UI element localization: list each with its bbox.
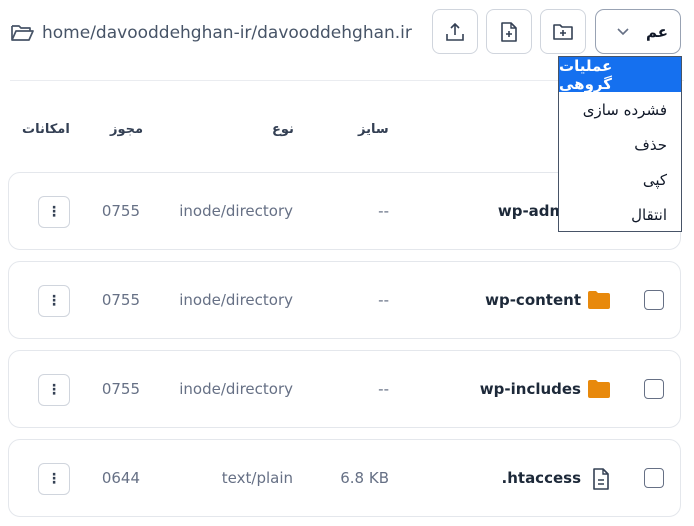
- new-folder-button[interactable]: [540, 9, 586, 54]
- row-permission: 0755: [101, 291, 140, 309]
- row-menu-button[interactable]: ⋮: [38, 196, 70, 228]
- chevron-down-icon: [617, 27, 629, 35]
- row-size: --: [378, 380, 389, 398]
- row-menu-button[interactable]: ⋮: [38, 463, 70, 495]
- row-permission: 0644: [101, 469, 140, 487]
- menu-item-compress[interactable]: فشرده سازی: [559, 92, 681, 127]
- table-row[interactable]: ⋮ 0755 inode/directory -- wp-includes: [8, 350, 681, 428]
- menu-item-move[interactable]: انتقال: [559, 197, 681, 232]
- header-type: نوع: [272, 122, 294, 137]
- row-size: --: [378, 202, 389, 220]
- row-name[interactable]: wp-content: [485, 291, 581, 309]
- new-file-button[interactable]: [486, 9, 532, 54]
- table-row[interactable]: ⋮ 0755 inode/directory -- wp-content: [8, 261, 681, 339]
- row-menu-button[interactable]: ⋮: [38, 374, 70, 406]
- row-size: 6.8 KB: [340, 469, 389, 487]
- upload-icon: [446, 22, 464, 41]
- row-checkbox[interactable]: [644, 379, 664, 399]
- file-icon: [593, 468, 609, 490]
- row-name[interactable]: .htaccess: [502, 469, 581, 487]
- row-permission: 0755: [101, 380, 140, 398]
- bulk-actions-label: عم: [645, 22, 668, 41]
- table-row[interactable]: ⋮ 0644 text/plain 6.8 KB .htaccess: [8, 439, 681, 517]
- new-file-icon: [501, 21, 517, 42]
- row-menu-button[interactable]: ⋮: [38, 285, 70, 317]
- row-checkbox[interactable]: [644, 468, 664, 488]
- bulk-actions-menu: عملیات گروهی فشرده سازی حذف کپی انتقال: [558, 56, 682, 232]
- row-type: inode/directory: [179, 291, 293, 309]
- row-type: inode/directory: [179, 202, 293, 220]
- row-checkbox[interactable]: [644, 290, 664, 310]
- menu-item-bulk-actions[interactable]: عملیات گروهی: [559, 57, 681, 93]
- header-permission: مجوز: [110, 122, 144, 137]
- row-type: inode/directory: [179, 380, 293, 398]
- menu-item-copy[interactable]: کپی: [559, 162, 681, 197]
- row-name[interactable]: wp-includes: [480, 380, 581, 398]
- header-size: سایز: [358, 122, 389, 137]
- upload-button[interactable]: [432, 9, 478, 54]
- bulk-actions-select[interactable]: عم: [595, 9, 681, 54]
- folder-icon: [588, 380, 610, 398]
- row-size: --: [378, 291, 389, 309]
- folder-open-icon: [11, 25, 34, 41]
- breadcrumb: home/davooddehghan-ir/davooddehghan.ir: [10, 20, 435, 46]
- folder-icon: [588, 291, 610, 309]
- new-folder-icon: [553, 23, 573, 40]
- header-actions: امکانات: [22, 122, 70, 137]
- menu-item-delete[interactable]: حذف: [559, 127, 681, 162]
- row-type: text/plain: [221, 469, 293, 487]
- path-text: home/davooddehghan-ir/davooddehghan.ir: [42, 23, 412, 43]
- row-permission: 0755: [101, 202, 140, 220]
